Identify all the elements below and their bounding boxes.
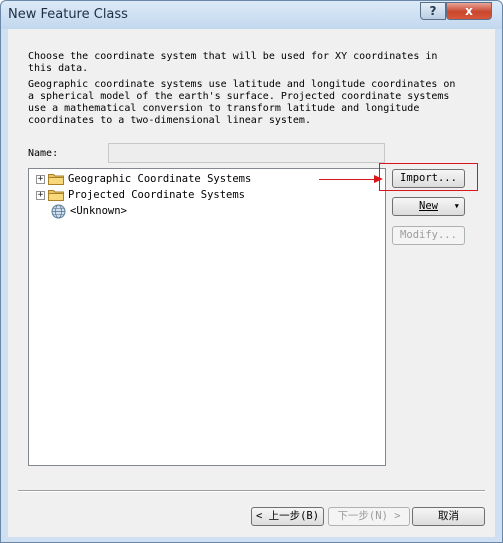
folder-icon: [48, 190, 64, 201]
highlight-arrow: [319, 179, 377, 180]
help-button[interactable]: ?: [420, 2, 446, 20]
name-field[interactable]: [108, 143, 385, 163]
close-button[interactable]: x: [446, 2, 492, 20]
globe-icon: [51, 204, 66, 218]
separator: [18, 490, 485, 492]
window-title: New Feature Class: [8, 7, 128, 22]
description-text-2: Geographic coordinate systems use latitu…: [28, 79, 456, 126]
arrow-head-icon: [374, 175, 383, 183]
description-text-1: Choose the coordinate system that will b…: [28, 51, 438, 74]
tree-item-unknown[interactable]: <Unknown>: [51, 203, 127, 219]
tree-item-label: Geographic Coordinate Systems: [68, 173, 252, 185]
new-button-label: New: [419, 200, 438, 212]
tree-item-label: <Unknown>: [70, 205, 127, 217]
coordinate-system-tree[interactable]: + Geographic Coordinate Systems + Projec…: [28, 168, 386, 466]
expand-icon[interactable]: +: [36, 190, 45, 200]
modify-button[interactable]: Modify...: [392, 226, 465, 245]
new-button[interactable]: New ▾: [392, 197, 465, 216]
back-button[interactable]: < 上一步(B): [251, 507, 324, 526]
cancel-button[interactable]: 取消: [412, 507, 485, 526]
tree-item-geographic[interactable]: + Geographic Coordinate Systems: [36, 171, 251, 187]
folder-icon: [48, 174, 64, 185]
name-label: Name:: [28, 148, 59, 159]
expand-icon[interactable]: +: [36, 174, 45, 184]
tree-item-projected[interactable]: + Projected Coordinate Systems: [36, 187, 245, 203]
highlight-box: [379, 163, 478, 191]
next-button[interactable]: 下一步(N) >: [328, 507, 410, 526]
dialog-body: Choose the coordinate system that will b…: [8, 29, 495, 537]
dropdown-arrow-icon: ▾: [453, 200, 460, 212]
dialog-window: New Feature Class ? x Choose the coordin…: [0, 0, 503, 543]
title-bar[interactable]: New Feature Class ? x: [1, 1, 502, 29]
tree-item-label: Projected Coordinate Systems: [68, 189, 246, 201]
